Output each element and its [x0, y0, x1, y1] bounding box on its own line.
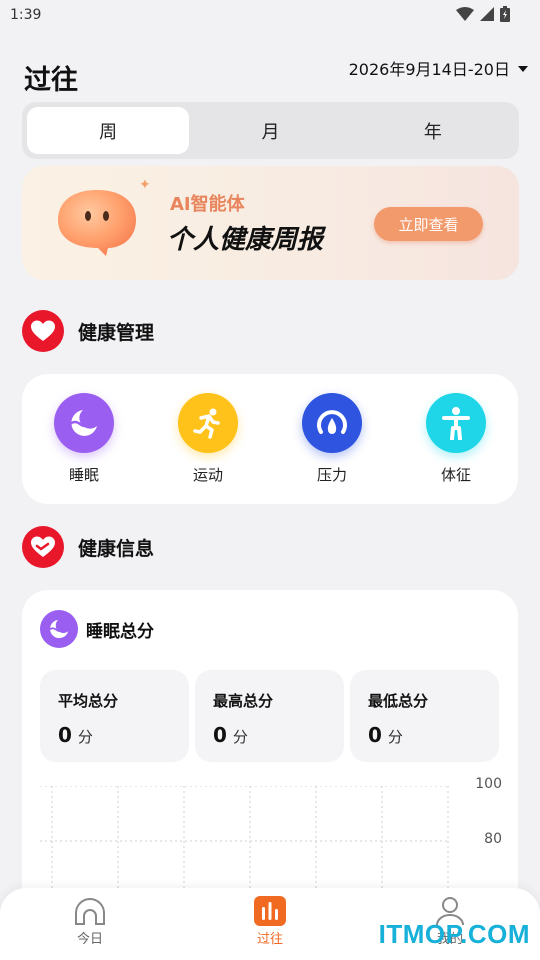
date-range-label: 2026年9月14日-20日: [348, 60, 510, 79]
section-title: 健康信息: [78, 537, 155, 560]
sleep-stats: 平均总分 0 分 最高总分 0 分 最低总分 0 分: [40, 670, 499, 762]
pressure-gauge-icon: [302, 393, 362, 453]
sleep-icon: [40, 610, 78, 648]
y-tick-label: 100: [475, 776, 502, 792]
nav-label: 过往: [256, 932, 283, 947]
stat-value: 0: [58, 723, 72, 747]
banner-title: 个人健康周报: [167, 225, 324, 255]
nav-label: 今日: [76, 932, 103, 947]
mgmt-item-pressure[interactable]: 压力: [270, 374, 394, 504]
stat-value: 0: [213, 723, 227, 747]
nav-item-history[interactable]: 过往: [180, 888, 360, 960]
ai-mascot-icon: [58, 190, 136, 256]
status-time: 1:39: [10, 7, 42, 23]
stat-unit: 分: [232, 728, 248, 746]
heart-icon: [22, 310, 64, 352]
tab-week[interactable]: 周: [27, 107, 190, 154]
stat-value-row: 0 分: [213, 723, 344, 747]
stat-average: 平均总分 0 分: [40, 670, 189, 762]
stat-label: 最高总分: [213, 692, 274, 710]
stat-lowest: 最低总分 0 分: [350, 670, 499, 762]
health-management-header: 健康管理: [22, 310, 154, 352]
sleep-score-title: 睡眠总分: [86, 621, 154, 642]
watermark-logo: ITMOP.COM: [378, 919, 530, 949]
mgmt-item-exercise[interactable]: 运动: [146, 374, 270, 504]
sparkle-icon: ✦: [139, 177, 151, 193]
stat-value-row: 0 分: [58, 723, 189, 747]
stat-unit: 分: [77, 728, 93, 746]
mgmt-label-exercise: 运动: [192, 466, 223, 484]
status-bar: 1:39: [0, 0, 540, 32]
battery-icon: [500, 6, 510, 22]
sleep-icon: [54, 393, 114, 453]
health-management-card: 睡眠 运动 压力 体征: [22, 374, 518, 504]
sleep-score-chart-grid: [40, 786, 450, 896]
banner-subtitle: AI智能体: [170, 194, 245, 215]
stat-label: 最低总分: [368, 692, 429, 710]
status-icons: [456, 6, 510, 22]
date-range-selector[interactable]: 2026年9月14日-20日: [349, 56, 528, 80]
heart-check-icon: [22, 526, 64, 568]
y-tick-label: 80: [484, 831, 502, 847]
stat-value-row: 0 分: [368, 723, 499, 747]
stat-unit: 分: [387, 728, 403, 746]
period-tabs: 周 月 年: [22, 102, 519, 159]
tab-year[interactable]: 年: [352, 107, 514, 154]
caret-down-icon: [518, 66, 528, 72]
stat-highest: 最高总分 0 分: [195, 670, 344, 762]
view-now-button[interactable]: 立即查看: [374, 207, 483, 241]
mgmt-label-pressure: 压力: [316, 466, 347, 484]
nav-item-today[interactable]: 今日: [0, 888, 180, 960]
body-icon: [426, 393, 486, 453]
tab-month[interactable]: 月: [189, 107, 351, 154]
stat-value: 0: [368, 723, 382, 747]
today-icon: [75, 898, 105, 925]
stat-label: 平均总分: [58, 692, 119, 710]
running-icon: [178, 393, 238, 453]
mgmt-label-sleep: 睡眠: [68, 466, 99, 484]
wifi-icon: [456, 7, 474, 21]
history-chart-icon: [254, 896, 286, 926]
page-title: 过往: [24, 65, 78, 96]
mgmt-item-vitals[interactable]: 体征: [394, 374, 518, 504]
mgmt-item-sleep[interactable]: 睡眠: [22, 374, 146, 504]
section-title: 健康管理: [78, 321, 155, 344]
signal-icon: [480, 7, 494, 21]
ai-report-banner[interactable]: ✦ AI智能体 个人健康周报 立即查看: [22, 166, 519, 280]
health-info-header: 健康信息: [22, 526, 154, 568]
mgmt-label-vitals: 体征: [440, 466, 471, 484]
sleep-score-header: 睡眠总分: [40, 610, 154, 648]
